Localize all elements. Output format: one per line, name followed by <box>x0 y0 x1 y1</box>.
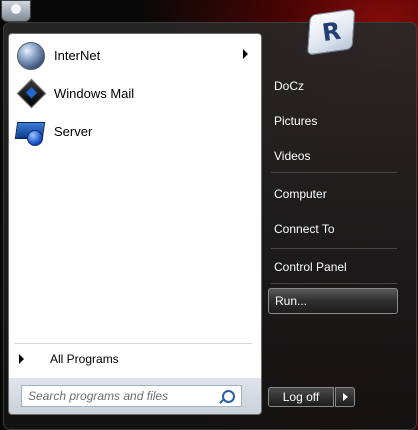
divider <box>14 343 252 344</box>
link-label: Connect To <box>274 222 335 236</box>
divider <box>271 283 397 284</box>
program-label: Server <box>54 123 93 139</box>
all-programs-button[interactable]: All Programs <box>10 349 250 369</box>
shutdown-options-arrow-icon[interactable] <box>335 387 355 407</box>
link-label: Pictures <box>274 114 318 128</box>
user-initial: R <box>320 16 343 48</box>
log-off-button[interactable]: Log off <box>268 387 334 407</box>
server-icon <box>14 116 46 146</box>
divider <box>271 248 397 249</box>
link-label: DoCz <box>274 79 305 93</box>
search-input[interactable] <box>28 388 218 404</box>
all-programs-label: All Programs <box>50 352 119 366</box>
windows-mail-icon <box>15 78 47 109</box>
user-picture[interactable]: R <box>301 4 361 57</box>
log-off-label: Log off <box>282 390 320 404</box>
link-run[interactable]: Run... <box>268 288 398 314</box>
link-label: Control Panel <box>274 260 347 274</box>
link-videos[interactable]: Videos <box>268 143 398 169</box>
arrow-right-icon <box>19 354 24 364</box>
start-orb-button[interactable] <box>1 0 31 22</box>
program-item-windows-mail[interactable]: Windows Mail <box>12 75 258 111</box>
link-label: Computer <box>274 187 327 201</box>
submenu-arrow-icon[interactable] <box>243 49 248 59</box>
search-box[interactable] <box>21 385 242 407</box>
link-connect-to[interactable]: Connect To <box>268 216 398 242</box>
link-computer[interactable]: Computer <box>268 181 398 207</box>
windows-logo-icon <box>11 4 21 14</box>
programs-pane: InterNet Windows Mail Server <box>8 33 262 380</box>
search-icon[interactable] <box>222 390 235 403</box>
program-item-internet[interactable]: InterNet <box>12 37 258 73</box>
program-label: InterNet <box>54 47 101 63</box>
link-docz[interactable]: DoCz <box>268 73 398 99</box>
divider <box>271 172 397 173</box>
link-control-panel[interactable]: Control Panel <box>268 254 398 280</box>
link-label: Videos <box>274 149 311 163</box>
link-pictures[interactable]: Pictures <box>268 108 398 134</box>
globe-icon <box>15 40 45 70</box>
link-label: Run... <box>275 294 308 308</box>
program-item-server[interactable]: Server <box>12 113 258 149</box>
program-label: Windows Mail <box>54 85 135 101</box>
